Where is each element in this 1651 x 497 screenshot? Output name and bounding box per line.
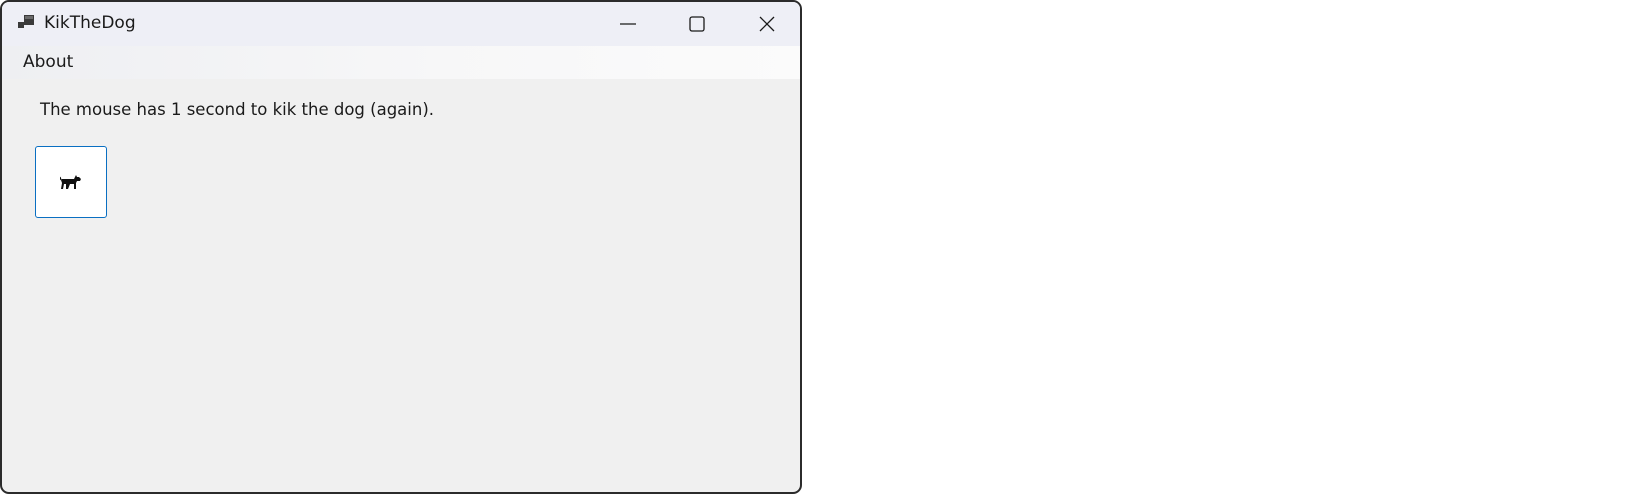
dog-button[interactable] [35, 146, 107, 218]
app-window: KikTheDog About The mouse has 1 second t… [0, 0, 802, 494]
minimize-icon [620, 23, 636, 25]
title-bar[interactable]: KikTheDog [2, 2, 800, 46]
minimize-button[interactable] [594, 2, 662, 46]
dog-icon [60, 175, 81, 189]
menu-item-about[interactable]: About [16, 49, 80, 75]
status-message: The mouse has 1 second to kik the dog (a… [40, 100, 435, 119]
app-window-icon [18, 15, 34, 28]
maximize-icon [689, 16, 705, 32]
close-icon [759, 16, 775, 32]
maximize-button[interactable] [663, 2, 731, 46]
menu-bar: About [2, 46, 800, 79]
window-title: KikTheDog [44, 13, 136, 33]
close-button[interactable] [733, 2, 800, 46]
